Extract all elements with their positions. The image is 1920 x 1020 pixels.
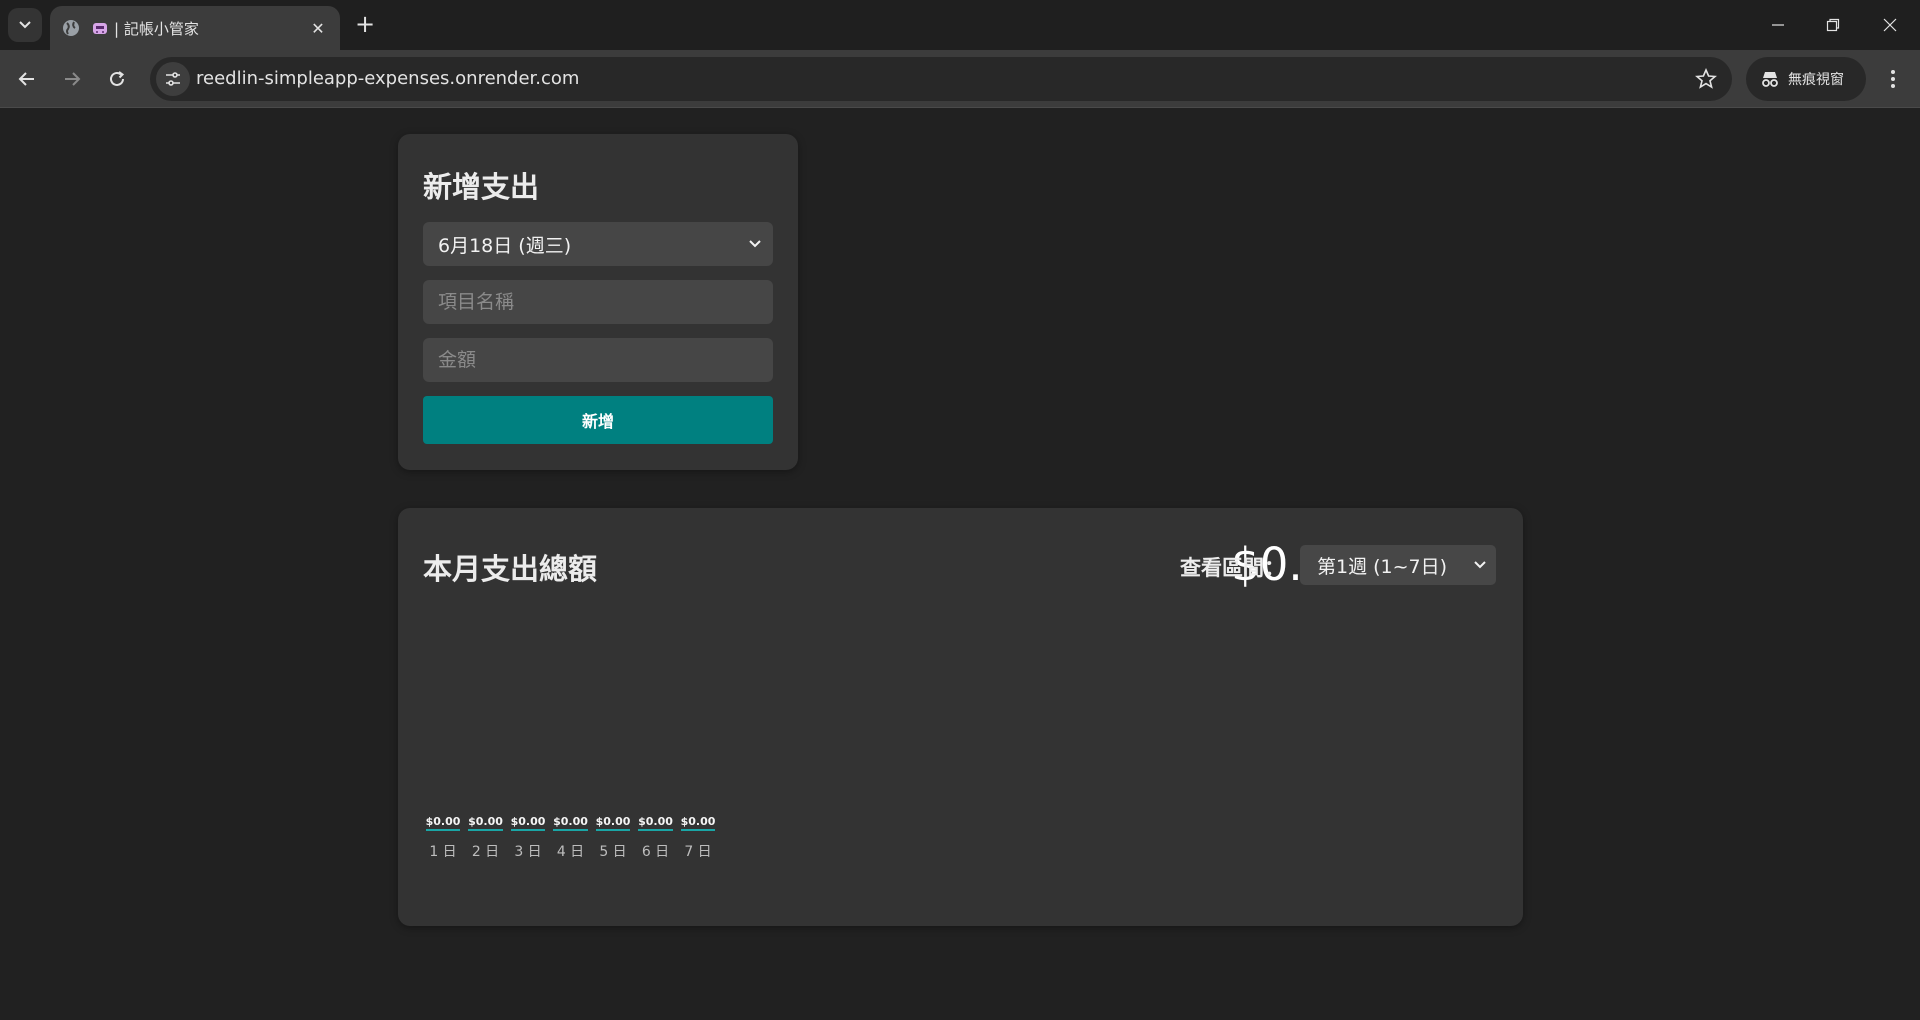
range-label: 查看區間： (1180, 556, 1285, 580)
day-bar-5: $0.00 5 日 (595, 810, 631, 861)
amount-input[interactable] (423, 338, 773, 382)
close-icon (1883, 18, 1897, 32)
back-button[interactable] (10, 62, 44, 96)
bar-value-label: $0.00 (680, 815, 716, 831)
bar-day-label: 7 日 (684, 844, 712, 860)
day-bar-7: $0.00 7 日 (680, 810, 716, 861)
chevron-down-icon (749, 240, 761, 248)
monthly-summary-card: 本月支出總額 $0.00 查看區間： 第1週 (1~7日) $0.00 1 日 $0… (398, 508, 1523, 926)
piggy-bank-icon (93, 23, 107, 34)
close-window-button[interactable] (1870, 10, 1910, 40)
incognito-label: 無痕視窗 (1788, 72, 1844, 88)
chevron-down-icon (19, 21, 31, 29)
add-expense-button[interactable]: 新增 (423, 396, 773, 444)
bar-day-label: 5 日 (599, 844, 627, 860)
arrow-left-icon (18, 72, 34, 86)
bar-day-label: 2 日 (471, 844, 500, 860)
bar-day-label: 4 日 (556, 844, 585, 860)
range-select-value: 第1週 (1~7日) (1317, 555, 1448, 578)
browser-tab[interactable]: | 記帳小管家 ✕ (50, 6, 340, 50)
date-select-value: 6月18日 (週三) (438, 234, 572, 257)
tab-close-icon[interactable]: ✕ (308, 18, 328, 38)
reload-button[interactable] (100, 62, 134, 96)
tune-icon (166, 72, 180, 86)
chevron-down-icon (1474, 561, 1486, 569)
bar-value-label: $0.00 (553, 815, 588, 831)
day-bar-3: $0.00 3 日 (510, 810, 546, 861)
bar-value-label: $0.00 (595, 815, 631, 831)
browser-toolbar: reedlin-simpleapp-expenses.onrender.com … (0, 50, 1920, 108)
site-info-button[interactable] (156, 62, 190, 96)
restore-button[interactable] (1813, 10, 1853, 40)
bar-day-label: 1 日 (429, 844, 457, 860)
day-bar-2: $0.00 2 日 (468, 810, 504, 861)
range-select[interactable]: 第1週 (1~7日) (1300, 545, 1496, 585)
browser-tabstrip: | 記帳小管家 ✕ + (0, 0, 1920, 50)
incognito-icon (1762, 72, 1778, 87)
restore-icon (1826, 18, 1840, 32)
new-tab-button[interactable]: + (352, 12, 378, 38)
minimize-button[interactable] (1758, 10, 1798, 40)
bar-day-label: 3 日 (514, 844, 542, 860)
forward-button[interactable] (55, 62, 89, 96)
day-bar-1: $0.00 1 日 (425, 810, 461, 861)
reload-icon (110, 71, 125, 86)
incognito-indicator[interactable]: 無痕視窗 (1746, 57, 1866, 101)
add-expense-card: 新增支出 6月18日 (週三) 新增 (398, 134, 798, 470)
summary-title: 本月支出總額 (423, 552, 598, 586)
date-select[interactable]: 6月18日 (週三) (423, 222, 773, 266)
add-expense-title: 新增支出 (423, 170, 540, 204)
browser-menu-button[interactable] (1876, 62, 1910, 96)
item-name-input[interactable] (423, 280, 773, 324)
url-text[interactable]: reedlin-simpleapp-expenses.onrender.com (196, 57, 579, 101)
arrow-right-icon (65, 72, 81, 86)
bar-day-label: 6 日 (641, 844, 670, 860)
minimize-icon (1772, 24, 1784, 26)
bar-value-label: $0.00 (468, 815, 503, 831)
bar-value-label: $0.00 (510, 815, 546, 831)
address-bar[interactable]: reedlin-simpleapp-expenses.onrender.com (150, 57, 1732, 101)
tab-search-button[interactable] (8, 8, 42, 42)
day-bar-4: $0.00 4 日 (553, 810, 589, 861)
bar-value-label: $0.00 (638, 815, 673, 831)
more-vert-icon (1891, 70, 1895, 88)
day-bar-6: $0.00 6 日 (638, 810, 674, 861)
globe-icon (63, 20, 79, 36)
bar-value-label: $0.00 (425, 815, 461, 831)
bookmark-star-icon[interactable] (1694, 67, 1718, 91)
tab-title: | 記帳小管家 (114, 19, 199, 38)
